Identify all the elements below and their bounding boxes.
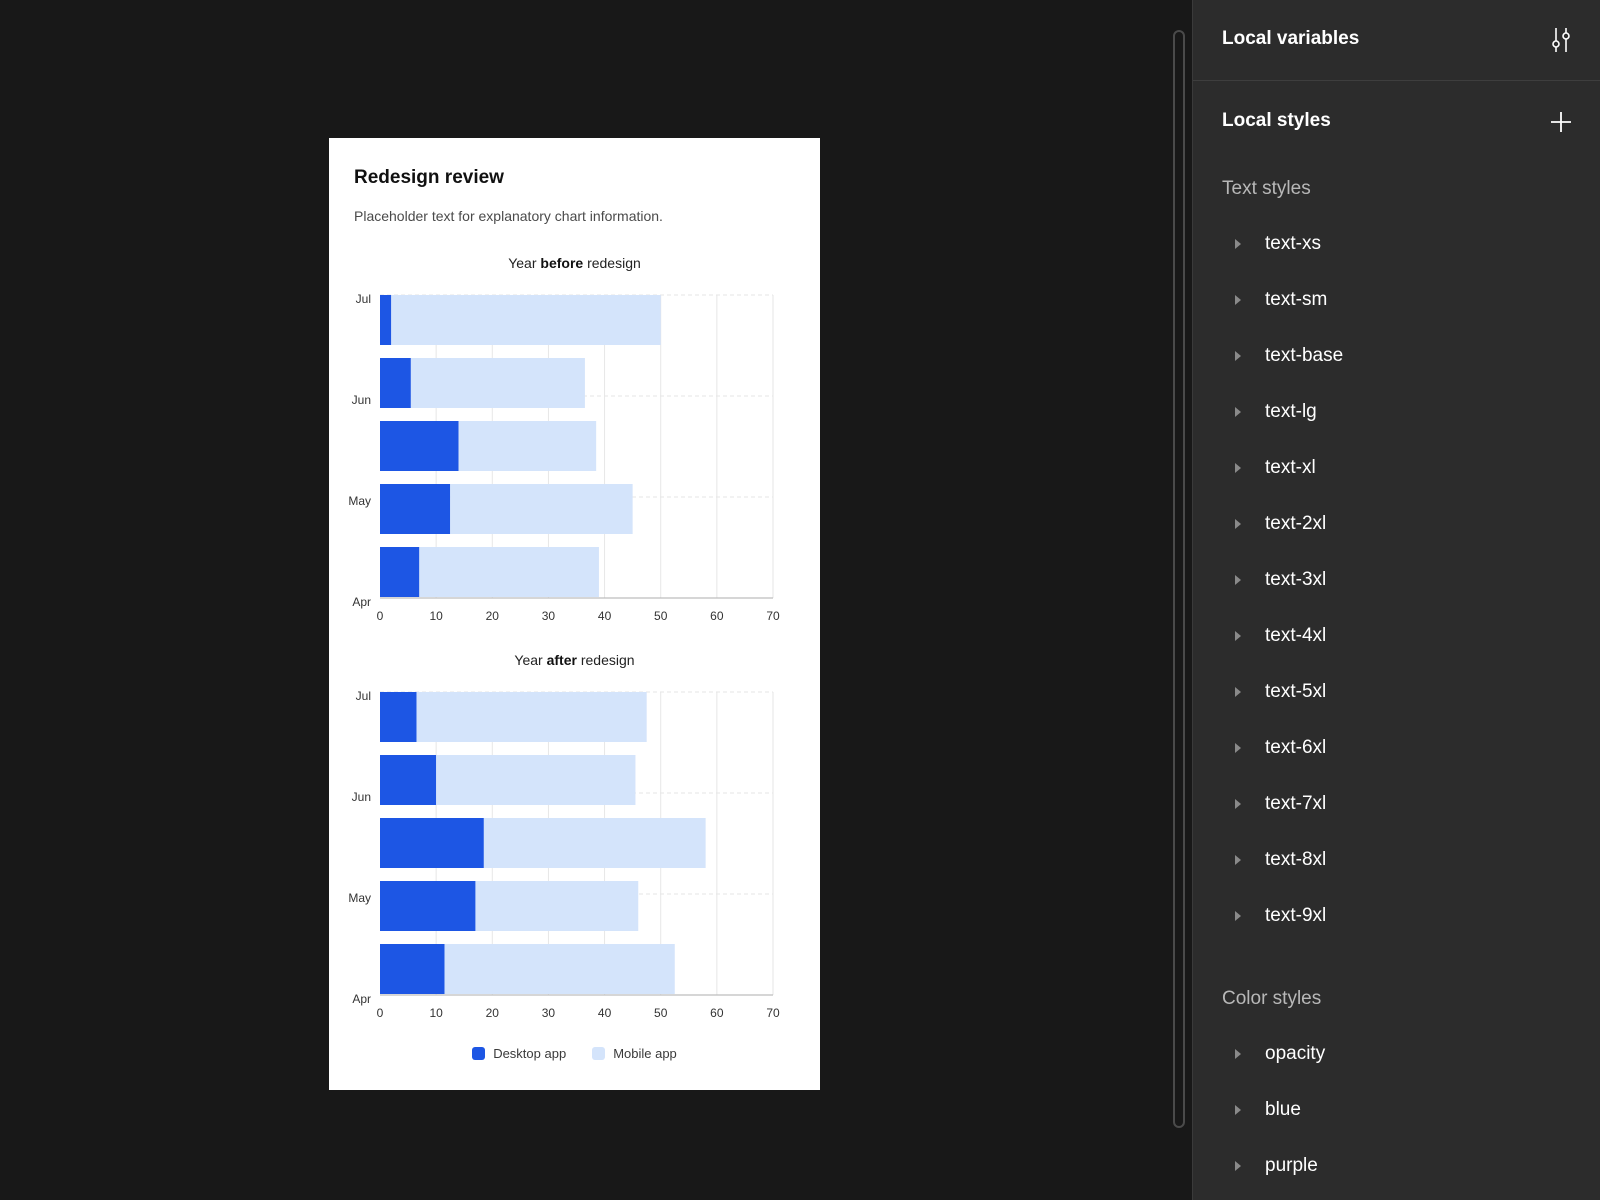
x-tick-label: 60: [710, 1006, 724, 1020]
style-item-opacity[interactable]: opacity: [1193, 1026, 1600, 1082]
style-item-label: text-9xl: [1265, 905, 1327, 926]
caret-right-icon[interactable]: [1235, 855, 1241, 865]
style-item-label: blue: [1265, 1099, 1301, 1120]
style-item-text-2xl[interactable]: text-2xl: [1193, 496, 1600, 552]
caret-right-icon[interactable]: [1235, 1161, 1241, 1171]
style-item-label: text-8xl: [1265, 849, 1327, 870]
bar-mobile: [483, 818, 706, 868]
style-item-text-5xl[interactable]: text-5xl: [1193, 664, 1600, 720]
style-item-text-4xl[interactable]: text-4xl: [1193, 608, 1600, 664]
sliders-icon[interactable]: [1545, 24, 1577, 56]
bar-mobile: [475, 881, 639, 931]
chart-card[interactable]: Redesign review Placeholder text for exp…: [329, 138, 820, 1090]
style-item-label: text-4xl: [1265, 625, 1327, 646]
style-item-label: text-2xl: [1265, 513, 1327, 534]
local-variables-header: Local variables: [1193, 0, 1600, 81]
style-item-text-8xl[interactable]: text-8xl: [1193, 832, 1600, 888]
y-tick-label: May: [348, 891, 371, 905]
style-item-label: text-xl: [1265, 457, 1316, 478]
style-item-label: text-xs: [1265, 233, 1321, 254]
plus-icon[interactable]: [1545, 106, 1577, 138]
y-tick-label: Jun: [352, 790, 371, 804]
caret-right-icon[interactable]: [1235, 1105, 1241, 1115]
caret-right-icon[interactable]: [1235, 799, 1241, 809]
x-tick-label: 70: [766, 1006, 780, 1020]
style-item-text-7xl[interactable]: text-7xl: [1193, 776, 1600, 832]
style-item-text-3xl[interactable]: text-3xl: [1193, 552, 1600, 608]
style-item-label: opacity: [1265, 1043, 1326, 1064]
bar-mobile: [436, 755, 636, 805]
caret-right-icon[interactable]: [1235, 631, 1241, 641]
style-item-label: text-3xl: [1265, 569, 1327, 590]
y-tick-label: Jul: [356, 689, 371, 703]
caret-right-icon[interactable]: [1235, 687, 1241, 697]
bar-desktop: [380, 944, 445, 994]
caret-right-icon[interactable]: [1235, 911, 1241, 921]
style-item-label: text-sm: [1265, 289, 1328, 310]
style-item-text-9xl[interactable]: text-9xl: [1193, 888, 1600, 944]
local-variables-title: Local variables: [1222, 28, 1360, 49]
caret-right-icon[interactable]: [1235, 407, 1241, 417]
style-item-label: text-7xl: [1265, 793, 1327, 814]
style-item-text-xs[interactable]: text-xs: [1193, 216, 1600, 272]
x-tick-label: 50: [654, 1006, 668, 1020]
bar-desktop: [380, 692, 417, 742]
canvas-scrollbar[interactable]: [1173, 30, 1185, 1128]
style-item-label: purple: [1265, 1155, 1318, 1176]
style-item-text-base[interactable]: text-base: [1193, 328, 1600, 384]
local-styles-title: Local styles: [1222, 110, 1331, 131]
text-styles-label: Text styles: [1222, 178, 1311, 199]
style-item-purple[interactable]: purple: [1193, 1138, 1600, 1194]
legend-swatch-desktop: [472, 1047, 486, 1060]
bar-desktop: [380, 881, 476, 931]
x-tick-label: 20: [486, 1006, 500, 1020]
style-item-label: text-5xl: [1265, 681, 1327, 702]
caret-right-icon[interactable]: [1235, 575, 1241, 585]
bar-desktop: [380, 818, 484, 868]
style-item-blue[interactable]: blue: [1193, 1082, 1600, 1138]
style-item-text-lg[interactable]: text-lg: [1193, 384, 1600, 440]
caret-right-icon[interactable]: [1235, 239, 1241, 249]
properties-panel: Local variables Local styles Text styles…: [1192, 0, 1600, 1200]
design-canvas[interactable]: Redesign review Placeholder text for exp…: [0, 0, 1192, 1200]
caret-right-icon[interactable]: [1235, 463, 1241, 473]
x-tick-label: 40: [598, 1006, 612, 1020]
color-styles-list: opacity blue purple: [1193, 1026, 1600, 1194]
style-item-text-sm[interactable]: text-sm: [1193, 272, 1600, 328]
caret-right-icon[interactable]: [1235, 519, 1241, 529]
style-item-label: text-6xl: [1265, 737, 1327, 758]
bar-desktop: [380, 755, 437, 805]
x-tick-label: 10: [429, 1006, 443, 1020]
chart-after: 0 10 20 30 40 50 60 70 Jul Jun May Apr: [348, 689, 780, 1020]
chart-legend: Desktop app Mobile app: [329, 1046, 820, 1061]
style-item-label: text-base: [1265, 345, 1344, 366]
caret-right-icon[interactable]: [1235, 351, 1241, 361]
legend-label-desktop: Desktop app: [493, 1046, 567, 1061]
legend-item-desktop: Desktop app: [472, 1046, 566, 1061]
caret-right-icon[interactable]: [1235, 1049, 1241, 1059]
caret-right-icon[interactable]: [1235, 295, 1241, 305]
x-tick-label: 30: [542, 1006, 556, 1020]
caret-right-icon[interactable]: [1235, 743, 1241, 753]
style-item-label: text-lg: [1265, 401, 1317, 422]
y-tick-label: Apr: [352, 992, 371, 1006]
style-item-text-xl[interactable]: text-xl: [1193, 440, 1600, 496]
legend-item-mobile: Mobile app: [592, 1046, 677, 1061]
bar-mobile: [444, 944, 675, 994]
legend-swatch-mobile: [592, 1047, 606, 1060]
color-styles-label: Color styles: [1222, 988, 1322, 1009]
x-tick-label: 0: [377, 1006, 384, 1020]
text-styles-list: text-xs text-sm text-base text-lg text-xl tex…: [1193, 216, 1600, 944]
legend-label-mobile: Mobile app: [613, 1046, 677, 1061]
style-item-text-6xl[interactable]: text-6xl: [1193, 720, 1600, 776]
bar-mobile: [416, 692, 647, 742]
